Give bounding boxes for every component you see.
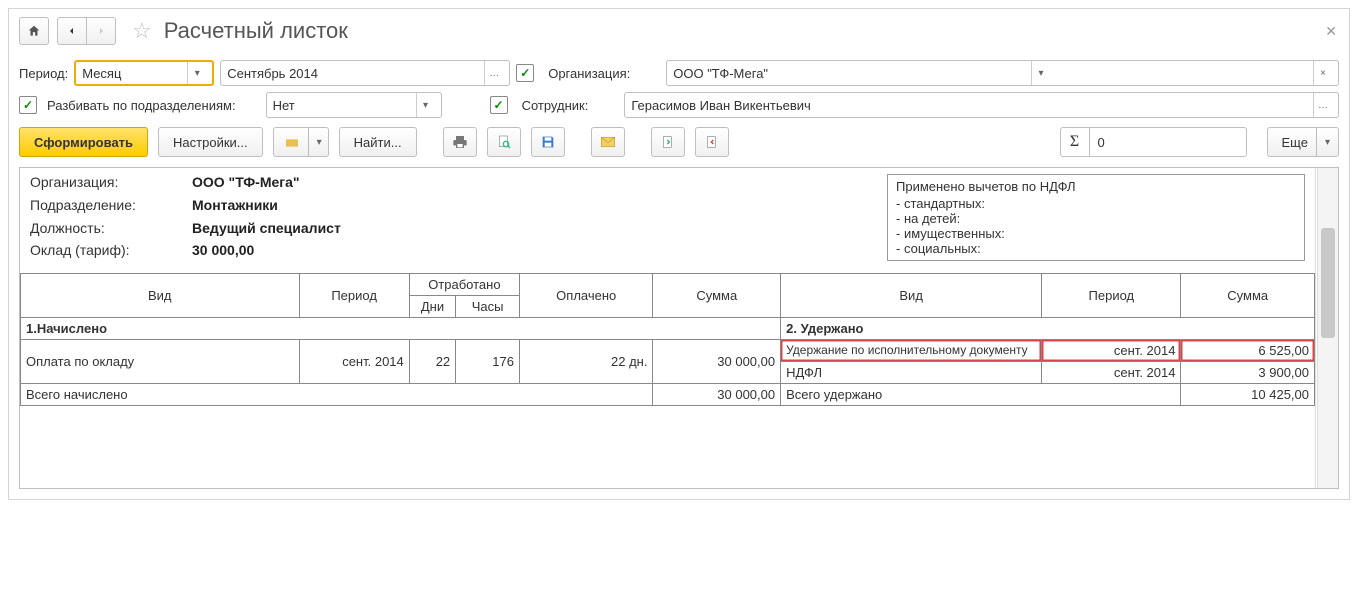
chevron-down-icon: ▾	[308, 128, 322, 156]
chevron-down-icon: ▾	[1316, 128, 1330, 156]
org-checkbox[interactable]: ✓	[516, 64, 534, 82]
period-type-select[interactable]: Месяц ▾	[74, 60, 214, 86]
org-field[interactable]: ООО "ТФ-Мега" ▾ ×	[666, 60, 1339, 86]
print-button[interactable]	[443, 127, 477, 157]
split-label: Разбивать по подразделениям:	[47, 98, 236, 113]
chevron-down-icon: ▾	[187, 62, 206, 84]
settings-button[interactable]: Настройки...	[158, 127, 263, 157]
expand-button[interactable]	[651, 127, 685, 157]
find-button[interactable]: Найти...	[339, 127, 417, 157]
table-cell: Оплата по окладу	[21, 340, 300, 384]
split-checkbox[interactable]: ✓	[19, 96, 37, 114]
emp-label: Сотрудник:	[522, 98, 589, 113]
org-value: ООО "ТФ-Мега"	[673, 66, 768, 81]
employee-info: Организация: ООО "ТФ-Мега" Подразделение…	[30, 174, 341, 261]
email-button[interactable]	[591, 127, 625, 157]
scrollbar-thumb[interactable]	[1321, 228, 1335, 338]
generate-button[interactable]: Сформировать	[19, 127, 148, 157]
period-label: Период:	[19, 66, 68, 81]
variants-button[interactable]: ▾	[273, 127, 329, 157]
split-value: Нет	[273, 98, 295, 113]
section-withheld: 2. Удержано	[781, 318, 1315, 340]
chevron-down-icon: ▾	[416, 93, 435, 117]
total-withheld-label: Всего удержано	[781, 384, 1181, 406]
period-type-value: Месяц	[82, 66, 121, 81]
sum-field[interactable]: Σ 0	[1060, 127, 1247, 157]
split-select[interactable]: Нет ▾	[266, 92, 442, 118]
report-area: Организация: ООО "ТФ-Мега" Подразделение…	[19, 167, 1339, 489]
emp-field[interactable]: Герасимов Иван Викентьевич …	[624, 92, 1339, 118]
sigma-icon: Σ	[1061, 128, 1090, 156]
chevron-down-icon: ▾	[1031, 61, 1050, 85]
forward-button[interactable]	[86, 17, 116, 45]
section-accrued: 1.Начислено	[21, 318, 781, 340]
home-button[interactable]	[19, 17, 49, 45]
tax-deductions-info: Применено вычетов по НДФЛ - стандартных:…	[887, 174, 1305, 261]
vertical-scrollbar[interactable]	[1317, 168, 1338, 488]
ellipsis-icon: …	[484, 61, 503, 85]
more-button[interactable]: Еще ▾	[1267, 127, 1339, 157]
collapse-button[interactable]	[695, 127, 729, 157]
ellipsis-icon: …	[1313, 93, 1332, 117]
clear-icon[interactable]: ×	[1313, 61, 1332, 85]
org-label: Организация:	[548, 66, 630, 81]
preview-button[interactable]	[487, 127, 521, 157]
period-range-value: Сентябрь 2014	[227, 66, 318, 81]
emp-value: Герасимов Иван Викентьевич	[631, 98, 811, 113]
close-button[interactable]: ✕	[1325, 23, 1337, 40]
period-range-field[interactable]: Сентябрь 2014 …	[220, 60, 510, 86]
save-button[interactable]	[531, 127, 565, 157]
emp-checkbox[interactable]: ✓	[490, 96, 508, 114]
payslip-table: Вид Период Отработано Оплачено Сумма Вид…	[20, 273, 1315, 406]
highlighted-row: Удержание по исполнительному документу	[781, 340, 1042, 362]
favorite-icon[interactable]: ☆	[132, 18, 152, 44]
sum-value: 0	[1090, 135, 1246, 150]
back-button[interactable]	[57, 17, 87, 45]
total-accrued-label: Всего начислено	[21, 384, 653, 406]
page-title: Расчетный листок	[164, 18, 348, 44]
